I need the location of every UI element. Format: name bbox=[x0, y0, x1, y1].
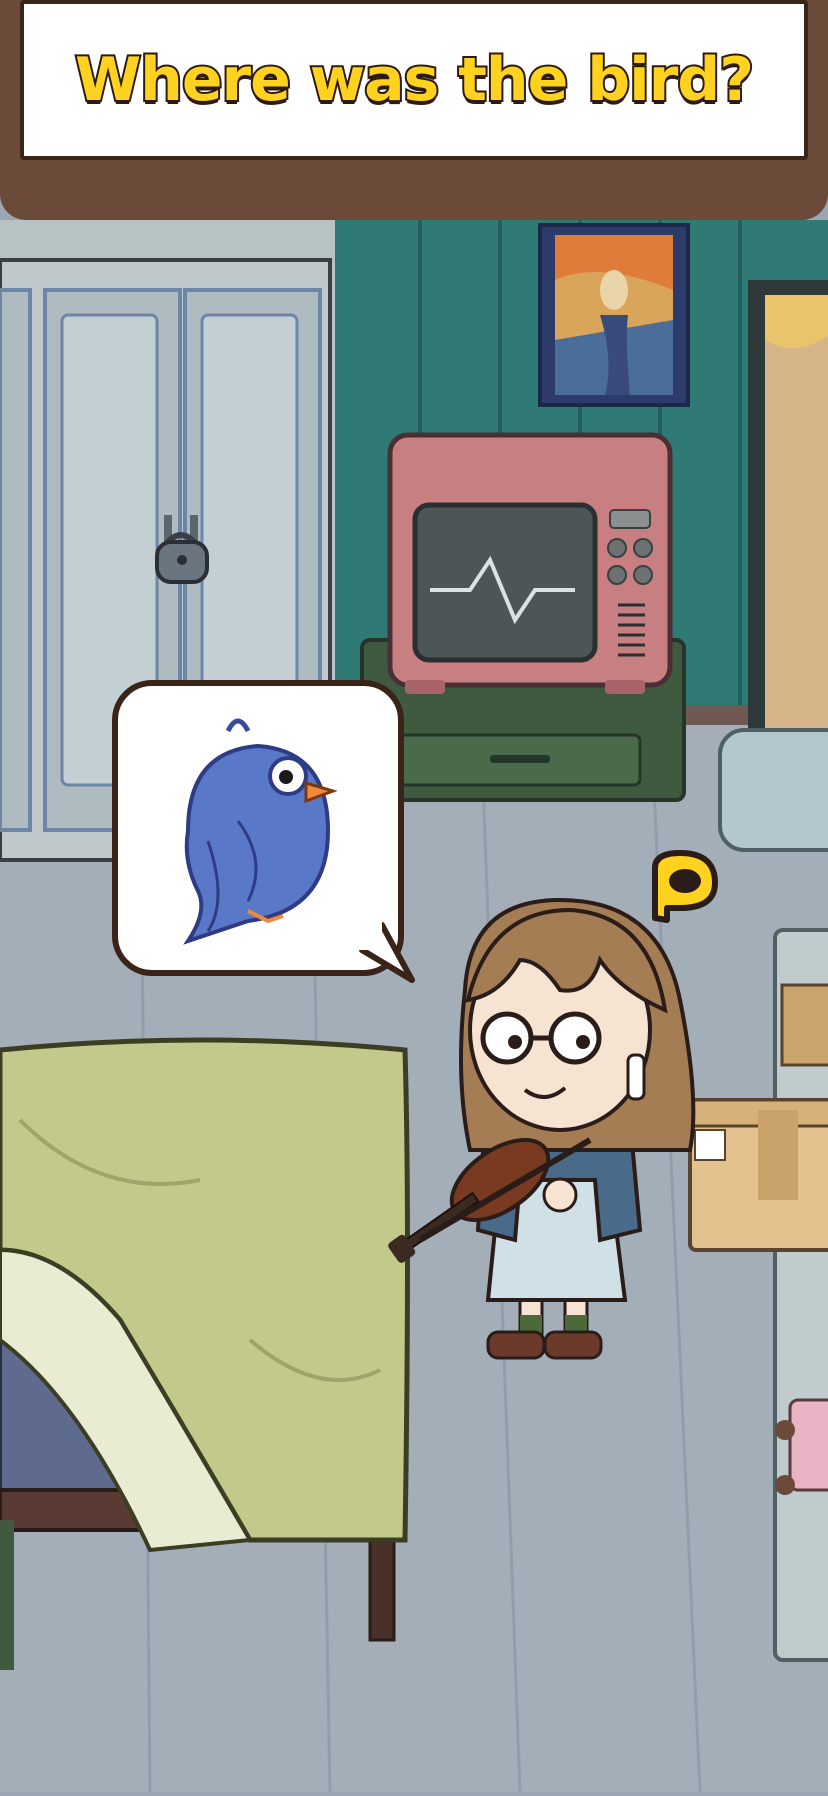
doorway bbox=[748, 280, 828, 740]
speech-bubble bbox=[112, 680, 415, 983]
cardboard-box bbox=[688, 1098, 828, 1252]
yellow-p-icon bbox=[652, 850, 718, 923]
game-scene bbox=[0, 220, 828, 1793]
question-text: Where was the bird? bbox=[73, 43, 756, 117]
blue-bird-icon bbox=[183, 718, 338, 945]
question-board: Where was the bird? bbox=[0, 0, 828, 220]
painting bbox=[538, 223, 690, 407]
shelf bbox=[773, 928, 828, 1662]
pillow bbox=[718, 728, 828, 852]
question-panel: Where was the bird? bbox=[20, 0, 808, 160]
retro-tv bbox=[387, 432, 673, 694]
hint-icon[interactable] bbox=[645, 848, 725, 928]
